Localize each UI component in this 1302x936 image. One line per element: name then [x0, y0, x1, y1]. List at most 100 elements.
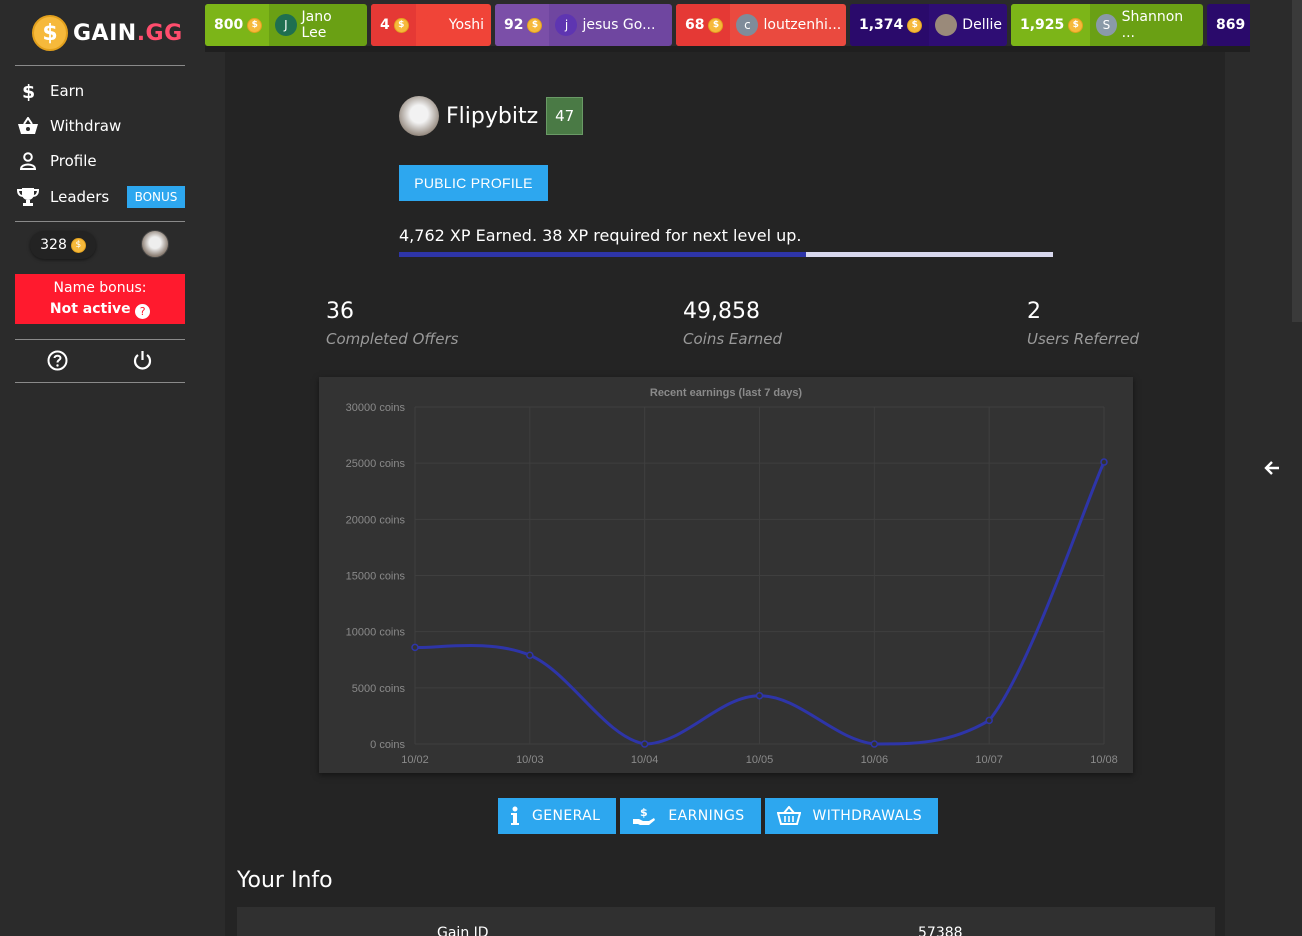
username: Flipybitz [446, 103, 539, 129]
feed-user-avatar: c [736, 14, 759, 36]
name-bonus-banner[interactable]: Name bonus: Not active ? [15, 274, 185, 324]
feed-chip[interactable]: 1,925 $ S Shannon ... [1011, 4, 1203, 46]
x-tick-label: 10/08 [1090, 754, 1118, 766]
sidebar-item-label: Withdraw [50, 117, 122, 135]
feed-chip[interactable]: 92 $ j jesus Go... [495, 4, 672, 46]
feed-user-avatar: J [275, 14, 297, 36]
y-tick-label: 5000 coins [352, 683, 406, 695]
y-tick-label: 15000 coins [346, 571, 406, 583]
info-key: Gain ID [437, 925, 489, 936]
x-tick-label: 10/07 [975, 754, 1003, 766]
feed-user-name: Dellie [962, 17, 1002, 33]
info-table: Gain ID 57388 [237, 907, 1215, 936]
divider [15, 339, 185, 340]
sidebar-item-leaders[interactable]: Leaders [16, 187, 109, 207]
feed-chip[interactable]: 68 $ c loutzenhi... [676, 4, 846, 46]
user-icon [16, 152, 40, 170]
feed-amount-value: 68 [685, 17, 705, 33]
earnings-chart: 0 coins 5000 coins 10000 coins 15000 coins 2… [319, 377, 1133, 773]
profile-header: Flipybitz 47 [399, 96, 584, 136]
question-icon[interactable]: ? [135, 304, 151, 319]
logo-text: GAIN.GG [73, 20, 183, 46]
avatar[interactable] [141, 230, 169, 258]
tab-label: WITHDRAWALS [812, 808, 923, 824]
x-tick-label: 10/06 [861, 754, 889, 766]
feed-chip[interactable]: 800 $ J Jano Lee [205, 4, 367, 46]
your-info-heading: Your Info [237, 868, 333, 893]
tab-earnings[interactable]: $ EARNINGS [620, 798, 761, 834]
sidebar-item-profile[interactable]: Profile [16, 152, 97, 170]
feed-user-avatar [935, 14, 958, 36]
x-tick-label: 10/02 [401, 754, 429, 766]
feed-amount-value: 1,925 [1020, 17, 1065, 33]
coin-icon: $ [1068, 17, 1084, 33]
feed-user-avatar: j [555, 14, 578, 36]
feed-amount-value: 1,374 [859, 17, 904, 33]
logo[interactable]: $ GAIN.GG [32, 15, 183, 51]
coin-icon: $ [527, 17, 543, 33]
help-icon[interactable] [47, 350, 68, 375]
coin-icon: $ [393, 17, 409, 33]
feed-user-avatar: S [1096, 14, 1117, 36]
coin-icon: $ [907, 17, 923, 33]
data-point [411, 643, 419, 652]
live-earnings-feed: 800 $ J Jano Lee 4 $ Yoshi 92 $ j jesus Go... 68 $ c l… [205, 4, 1251, 46]
public-profile-button[interactable]: PUBLIC PROFILE [399, 165, 548, 201]
stat-value: 49,858 [683, 299, 760, 324]
name-bonus-title: Name bonus: [53, 280, 147, 296]
feed-chip[interactable]: 869 [1207, 4, 1251, 46]
tab-label: EARNINGS [668, 808, 745, 824]
y-tick-label: 10000 coins [346, 627, 406, 639]
info-value: 57388 [918, 925, 963, 936]
data-point [526, 651, 534, 660]
arrow-left-icon[interactable] [1264, 460, 1280, 480]
x-tick-label: 10/04 [631, 754, 659, 766]
stat-label: Completed Offers [326, 330, 459, 348]
y-tick-label: 30000 coins [346, 402, 406, 414]
stat-coins-earned: 49,858 Coins Earned [683, 299, 782, 348]
data-point [870, 740, 879, 748]
sidebar-item-withdraw[interactable]: Withdraw [16, 117, 121, 135]
data-point [640, 740, 649, 748]
info-icon [510, 806, 520, 826]
x-tick-label: 10/05 [746, 754, 774, 766]
scrollbar[interactable] [1292, 0, 1302, 322]
feed-amount: 68 $ [676, 4, 731, 46]
feed-amount: 800 $ [205, 4, 270, 46]
sidebar-item-label: Leaders [50, 188, 110, 206]
level-badge: 47 [546, 97, 584, 135]
feed-user-name: jesus Go... [582, 17, 656, 33]
stat-value: 36 [326, 299, 354, 324]
stat-label: Users Referred [1027, 330, 1140, 348]
stat-value: 2 [1027, 299, 1041, 324]
sidebar-item-earn[interactable]: $ Earn [16, 81, 84, 101]
feed-amount: 1,925 $ [1011, 4, 1091, 46]
feed-amount: 92 $ [495, 4, 550, 46]
tab-withdrawals[interactable]: WITHDRAWALS [764, 798, 939, 834]
feed-amount-value: 800 [214, 17, 244, 33]
sidebar: $ GAIN.GG $ Earn Withdraw Profile Leader… [0, 0, 200, 936]
xp-text: 4,762 XP Earned. 38 XP required for next… [399, 226, 802, 245]
feed-amount: 869 [1207, 4, 1251, 46]
power-icon[interactable] [132, 350, 153, 375]
feed-user: S Shannon ... [1090, 4, 1203, 46]
balance-pill: 328 $ [30, 231, 96, 259]
profile-tabs: GENERAL $ EARNINGS WITHDRAWALS [498, 798, 939, 834]
feed-user-name: Jano Lee [301, 9, 332, 41]
tab-general[interactable]: GENERAL [498, 798, 617, 834]
sidebar-item-label: Profile [50, 152, 97, 170]
feed-user: Dellie [929, 4, 1007, 46]
sidebar-item-label: Earn [50, 82, 85, 100]
data-point [1100, 458, 1108, 466]
trophy-icon [16, 187, 40, 207]
avatar [399, 96, 439, 136]
data-point [985, 716, 993, 725]
feed-amount: 4 $ [371, 4, 416, 46]
feed-chip[interactable]: 4 $ Yoshi [371, 4, 491, 46]
bonus-badge[interactable]: BONUS [127, 186, 185, 208]
balance-value: 328 [40, 237, 67, 253]
svg-text:$: $ [22, 81, 35, 101]
divider [15, 221, 185, 222]
stat-completed-offers: 36 Completed Offers [326, 299, 458, 348]
feed-chip[interactable]: 1,374 $ Dellie [850, 4, 1007, 46]
